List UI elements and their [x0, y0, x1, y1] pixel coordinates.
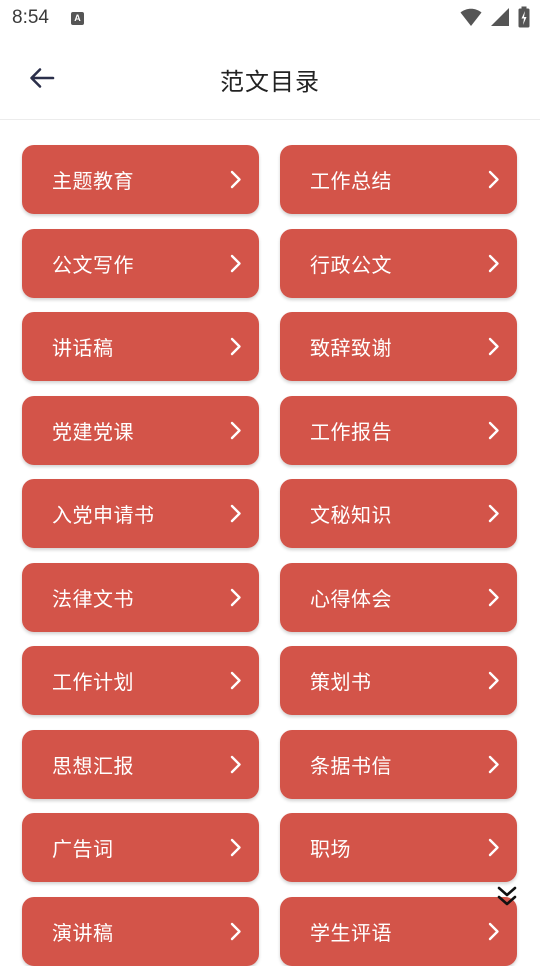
category-label: 行政公文 [310, 252, 392, 277]
chevron-right-icon [488, 755, 499, 773]
category-card[interactable]: 党建党课 [22, 395, 259, 465]
category-label: 讲话稿 [52, 336, 114, 360]
category-card[interactable]: 主题教育 [22, 145, 259, 214]
chevron-right-icon [488, 671, 499, 690]
chevron-right-icon [230, 671, 241, 690]
chevron-right-icon [230, 504, 241, 523]
category-label: 思想汇报 [52, 753, 134, 778]
category-label: 法律文书 [52, 586, 134, 611]
category-card[interactable]: 心得体会 [280, 562, 517, 632]
signal-icon [491, 8, 509, 26]
category-card[interactable]: 致辞致谢 [280, 312, 517, 381]
category-card[interactable]: 讲话稿 [22, 312, 259, 381]
chevron-right-icon [230, 337, 241, 356]
category-label: 学生评语 [310, 920, 392, 945]
category-card[interactable]: 入党申请书 [22, 479, 259, 548]
category-label: 党建党课 [52, 419, 134, 444]
category-card[interactable]: 思想汇报 [22, 729, 259, 799]
chevron-right-icon [230, 755, 241, 773]
wifi-icon [460, 8, 482, 26]
chevron-right-icon [488, 337, 499, 356]
category-label: 工作计划 [52, 670, 134, 694]
category-card[interactable]: 法律文书 [22, 562, 259, 632]
header: 范文目录 [0, 36, 540, 120]
category-card[interactable]: 演讲稿 [22, 896, 259, 966]
category-grid: 主题教育 工作总结公文写作 行政公文讲话稿 致辞致谢党建党课 工作报告入党申请书 文秘知识… [22, 145, 518, 966]
chevron-right-icon [488, 254, 499, 272]
category-label: 广告词 [52, 837, 114, 861]
double-chevron-down-icon[interactable] [495, 884, 519, 910]
category-card[interactable]: 策划书 [280, 646, 517, 715]
category-label: 文秘知识 [310, 503, 392, 527]
category-card[interactable]: 公文写作 [22, 228, 259, 298]
category-card[interactable]: 工作计划 [22, 646, 259, 715]
category-card[interactable]: 学生评语 [280, 896, 517, 966]
status-bar: 8:54 A [0, 0, 540, 36]
category-label: 心得体会 [310, 586, 392, 611]
chevron-right-icon [488, 838, 499, 857]
chevron-right-icon [488, 421, 499, 439]
chevron-right-icon [230, 922, 241, 940]
chevron-right-icon [488, 922, 499, 940]
chevron-right-icon [230, 170, 241, 189]
chevron-right-icon [488, 170, 499, 189]
chevron-right-icon [488, 588, 499, 606]
category-label: 入党申请书 [52, 503, 155, 527]
category-card[interactable]: 文秘知识 [280, 479, 517, 548]
battery-icon [518, 6, 530, 28]
a-icon: A [70, 11, 84, 25]
category-card[interactable]: 工作报告 [280, 395, 517, 465]
category-card[interactable]: 条据书信 [280, 729, 517, 799]
status-icons [460, 6, 530, 28]
page-title: 范文目录 [220, 68, 320, 96]
category-label: 工作总结 [310, 169, 392, 193]
category-label: 致辞致谢 [310, 336, 392, 360]
status-time: 8:54 [12, 7, 49, 28]
category-card[interactable]: 行政公文 [280, 228, 517, 298]
category-label: 演讲稿 [52, 920, 114, 945]
chevron-right-icon [230, 421, 241, 439]
chevron-right-icon [488, 504, 499, 523]
category-card[interactable]: 工作总结 [280, 145, 517, 214]
category-label: 条据书信 [310, 753, 392, 778]
category-card[interactable]: 广告词 [22, 813, 259, 882]
category-label: 职场 [310, 837, 351, 861]
category-label: 策划书 [310, 670, 372, 694]
category-label: 主题教育 [52, 169, 134, 193]
category-label: 公文写作 [52, 252, 134, 277]
chevron-right-icon [230, 588, 241, 606]
chevron-right-icon [230, 838, 241, 857]
chevron-right-icon [230, 254, 241, 272]
category-card[interactable]: 职场 [280, 813, 517, 882]
category-label: 工作报告 [310, 419, 392, 444]
